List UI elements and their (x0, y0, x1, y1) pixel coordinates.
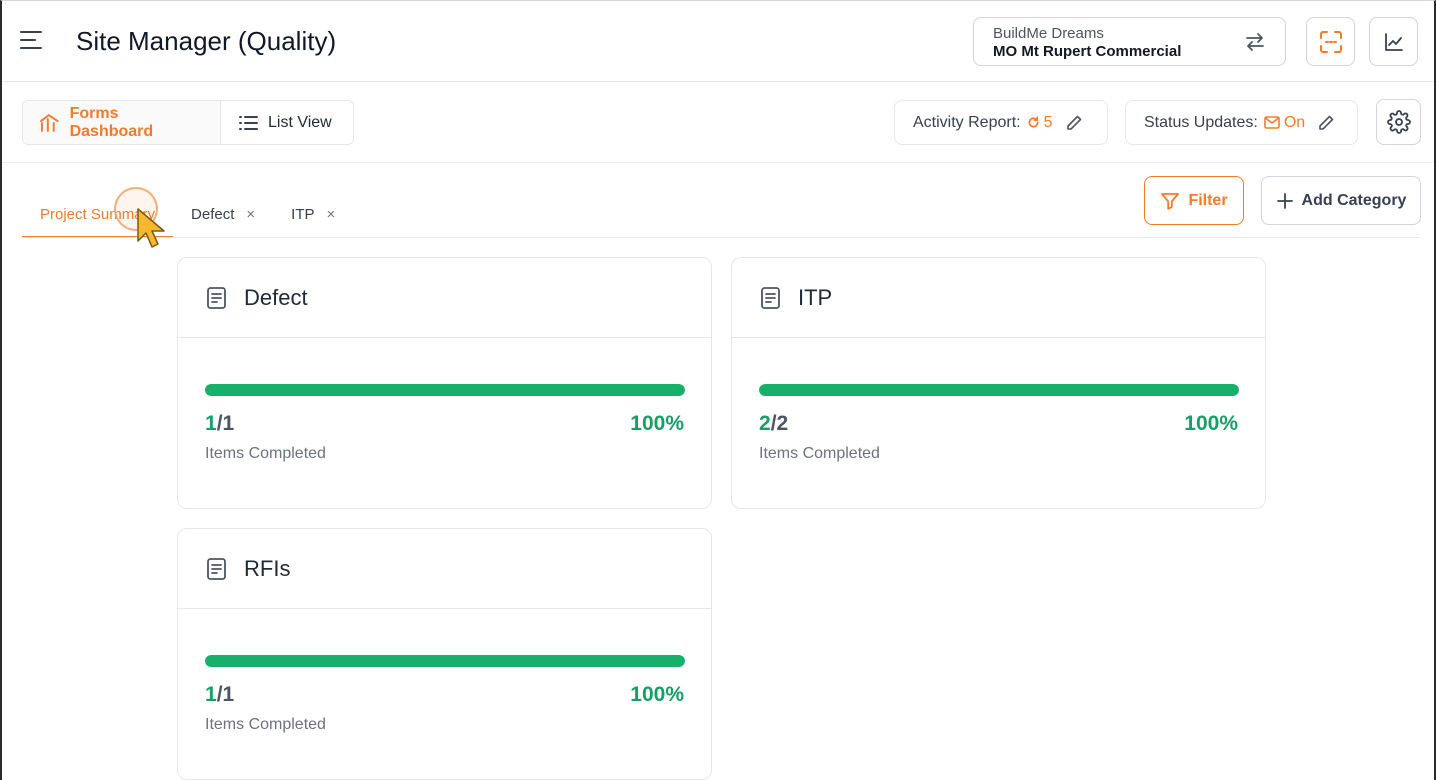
activity-report-pill[interactable]: Activity Report: 5 (894, 100, 1108, 145)
activity-report-label: Activity Report: (913, 113, 1021, 131)
items-done: 2 (759, 412, 771, 435)
tab-label: ITP (291, 206, 315, 223)
project-switcher[interactable]: BuildMe Dreams MO Mt Rupert Commercial (973, 17, 1286, 66)
summary-card-defect[interactable]: Defect 1/1 100% Items Completed (177, 257, 712, 509)
funnel-icon (1161, 192, 1180, 210)
items-total: /1 (216, 412, 235, 435)
progress-fill (759, 384, 1239, 396)
tab-itp[interactable]: ITP × (273, 194, 353, 238)
add-category-button[interactable]: Add Category (1261, 176, 1421, 225)
items-count: 2/2 (759, 412, 788, 436)
app-window: Site Manager (Quality) BuildMe Dreams MO… (0, 0, 1436, 780)
card-header: RFIs (178, 529, 711, 609)
card-title: RFIs (244, 555, 291, 581)
top-header: Site Manager (Quality) BuildMe Dreams MO… (2, 1, 1434, 82)
document-icon (207, 557, 226, 580)
progress-fill (205, 655, 685, 667)
list-icon (239, 115, 258, 130)
items-caption: Items Completed (205, 445, 326, 462)
progress-bar (205, 384, 685, 396)
pencil-icon[interactable] (1065, 114, 1083, 132)
card-title: Defect (244, 284, 308, 310)
document-icon (761, 286, 780, 309)
status-updates-label: Status Updates: (1144, 113, 1258, 131)
completion-percent: 100% (630, 683, 684, 706)
filter-button[interactable]: Filter (1144, 176, 1244, 225)
pencil-icon[interactable] (1317, 114, 1335, 132)
tab-label: Defect (191, 206, 235, 223)
forms-dashboard-label: Forms Dashboard (69, 104, 154, 140)
filter-label: Filter (1188, 191, 1228, 209)
status-updates-value-group: On (1264, 114, 1305, 132)
tab-defect[interactable]: Defect × (173, 194, 273, 238)
items-caption: Items Completed (205, 716, 326, 733)
scan-button[interactable] (1306, 17, 1355, 66)
forms-dashboard-tab[interactable]: Forms Dashboard (23, 101, 221, 144)
menu-icon[interactable] (20, 31, 44, 51)
list-view-label: List View (268, 113, 332, 131)
dashboard-toolbar: Forms Dashboard List View Activity Repor… (2, 82, 1434, 163)
analytics-button[interactable] (1369, 17, 1418, 66)
refresh-icon (1028, 116, 1039, 128)
summary-card-rfis[interactable]: RFIs 1/1 100% Items Completed (177, 528, 712, 780)
items-count: 1/1 (205, 683, 234, 707)
items-done: 1 (205, 412, 217, 435)
progress-fill (205, 384, 685, 396)
project-name: MO Mt Rupert Commercial (993, 43, 1182, 60)
completion-percent: 100% (630, 412, 684, 435)
scan-icon (1319, 30, 1342, 53)
org-name: BuildMe Dreams (993, 25, 1104, 42)
status-updates-value: On (1283, 113, 1306, 131)
view-toggle: Forms Dashboard List View (22, 100, 354, 145)
plus-icon (1276, 192, 1293, 209)
swap-arrows-icon (1246, 33, 1264, 51)
tab-project-summary[interactable]: Project Summary (22, 194, 174, 238)
mail-icon (1264, 116, 1280, 129)
items-total: /2 (770, 412, 789, 435)
card-header: Defect (178, 258, 711, 338)
close-icon[interactable]: × (246, 206, 255, 223)
summary-card-itp[interactable]: ITP 2/2 100% Items Completed (731, 257, 1266, 509)
trend-chart-icon (1384, 32, 1403, 51)
completion-percent: 100% (1184, 412, 1238, 435)
progress-bar (759, 384, 1239, 396)
items-count: 1/1 (205, 412, 234, 436)
list-view-tab[interactable]: List View (221, 101, 348, 144)
progress-bar (205, 655, 685, 667)
close-icon[interactable]: × (327, 206, 336, 223)
card-header: ITP (732, 258, 1265, 338)
add-category-label: Add Category (1301, 191, 1407, 209)
activity-report-value-group: 5 (1027, 114, 1053, 132)
activity-report-value: 5 (1043, 113, 1053, 131)
items-done: 1 (205, 683, 217, 706)
dashboard-icon (39, 113, 59, 132)
gear-icon (1386, 110, 1411, 134)
page-title: Site Manager (Quality) (76, 26, 337, 56)
settings-button[interactable] (1376, 99, 1421, 145)
tab-label: Project Summary (40, 206, 156, 223)
status-updates-pill[interactable]: Status Updates: On (1125, 100, 1358, 145)
items-caption: Items Completed (759, 445, 880, 462)
card-title: ITP (798, 284, 833, 310)
items-total: /1 (216, 683, 235, 706)
document-icon (207, 286, 226, 309)
tabs-divider (22, 237, 1420, 238)
category-tabs: Project Summary Defect × ITP × (22, 194, 353, 238)
